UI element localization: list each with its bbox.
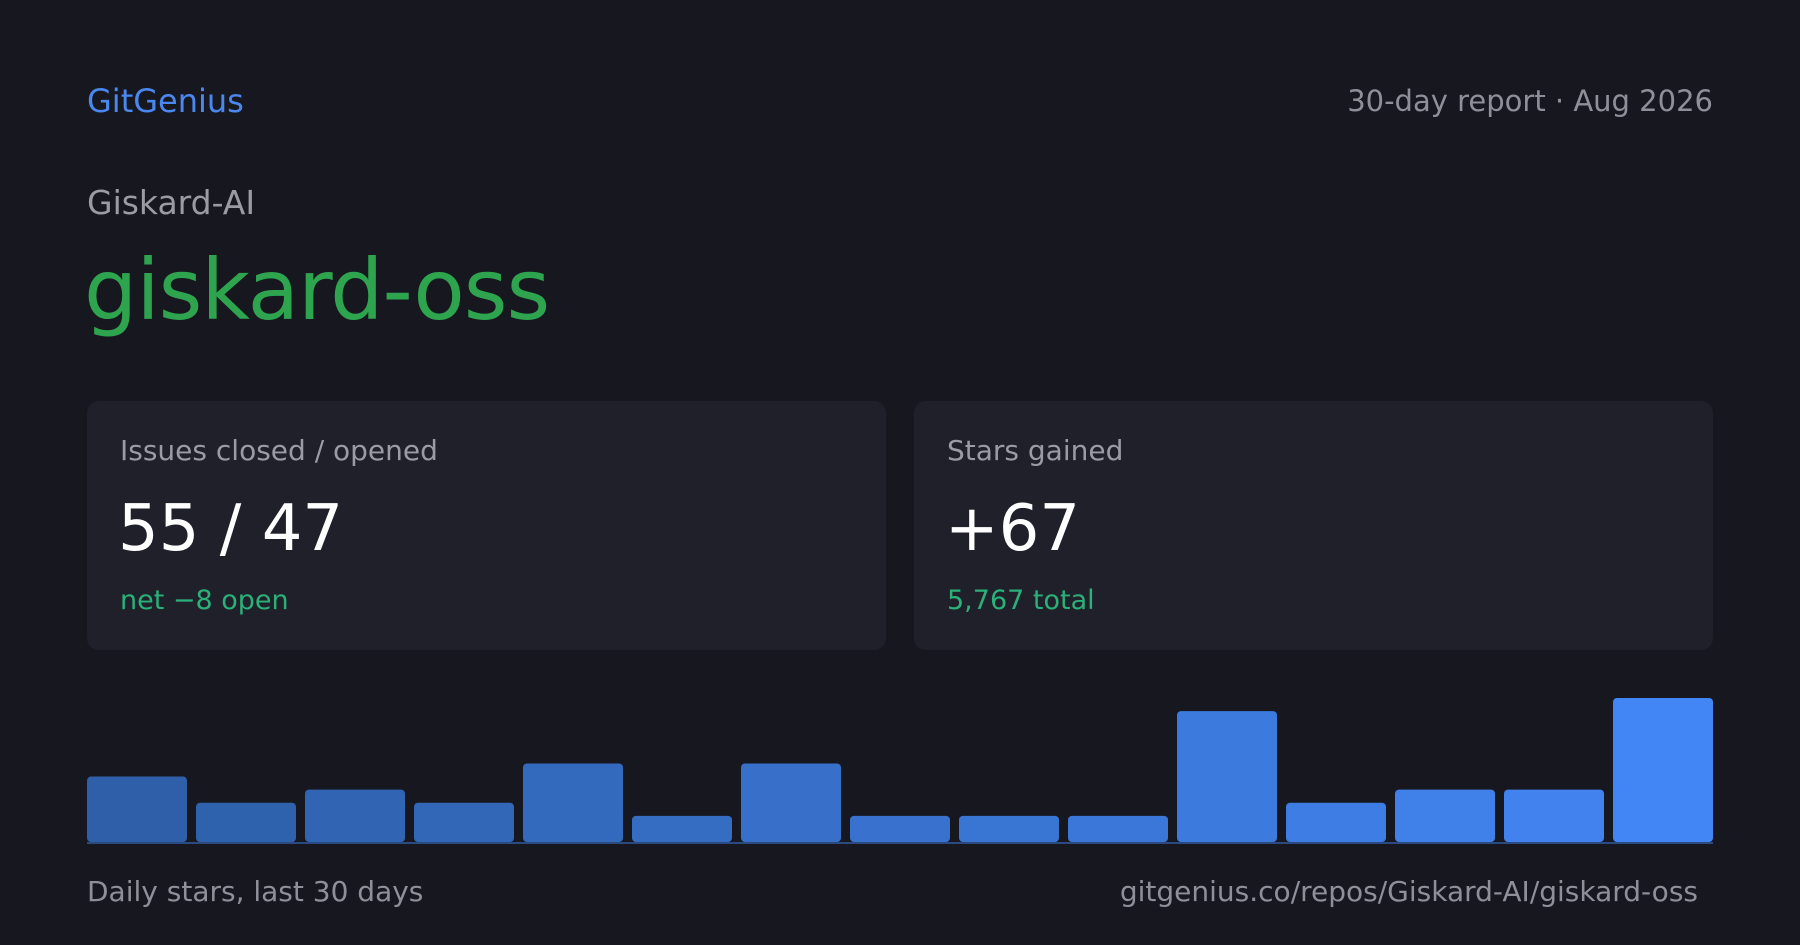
chart-bar-11 bbox=[1177, 711, 1277, 842]
issues-card-subtext: net −8 open bbox=[120, 585, 289, 616]
issues-card: Issues closed / opened 55 / 47 net −8 op… bbox=[87, 401, 886, 650]
chart-bar-13 bbox=[1395, 789, 1495, 842]
brand-logo-text[interactable]: GitGenius bbox=[87, 78, 244, 124]
chart-bar-3 bbox=[305, 789, 405, 842]
repo-url[interactable]: gitgenius.co/repos/Giskard-AI/giskard-os… bbox=[1120, 872, 1698, 912]
stars-card: Stars gained +67 5,767 total bbox=[914, 401, 1713, 650]
stars-card-value: +67 bbox=[945, 492, 1081, 566]
repo-owner: Giskard-AI bbox=[87, 183, 256, 222]
issues-card-label: Issues closed / opened bbox=[120, 434, 438, 467]
chart-bar-5 bbox=[523, 763, 623, 842]
chart-bar-4 bbox=[414, 802, 514, 842]
chart-bar-6 bbox=[632, 815, 732, 842]
issues-card-value: 55 / 47 bbox=[118, 492, 344, 566]
chart-bar-2 bbox=[196, 802, 296, 842]
chart-bar-14 bbox=[1504, 789, 1604, 842]
chart-bar-7 bbox=[741, 763, 841, 842]
repo-name: giskard-oss bbox=[84, 241, 550, 339]
chart-bar-12 bbox=[1286, 802, 1386, 842]
stars-card-subtext: 5,767 total bbox=[947, 585, 1095, 616]
daily-stars-bar-chart bbox=[87, 698, 1713, 844]
chart-bar-9 bbox=[959, 815, 1059, 842]
report-header: GitGenius 30-day report · Aug 2026 bbox=[87, 78, 1713, 124]
stars-card-label: Stars gained bbox=[947, 434, 1124, 467]
chart-bar-10 bbox=[1068, 815, 1168, 842]
daily-stars-chart bbox=[87, 690, 1713, 845]
chart-baseline bbox=[87, 842, 1713, 844]
chart-caption: Daily stars, last 30 days bbox=[87, 875, 424, 908]
chart-bar-1 bbox=[87, 776, 187, 842]
report-period: 30-day report · Aug 2026 bbox=[1347, 84, 1713, 118]
chart-bar-15 bbox=[1613, 698, 1713, 842]
chart-bar-8 bbox=[850, 815, 950, 842]
